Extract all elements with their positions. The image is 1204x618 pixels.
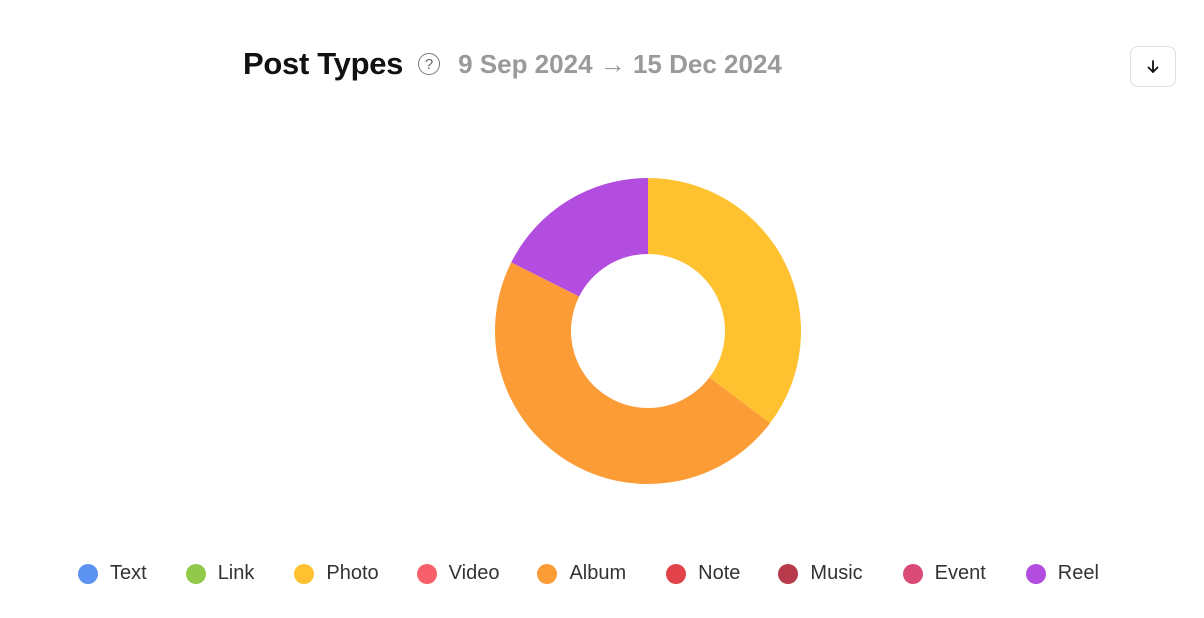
legend-swatch <box>666 563 687 584</box>
legend-swatch <box>185 563 206 584</box>
legend-label: Link <box>217 562 255 584</box>
legend-item-event[interactable]: Event <box>902 562 986 585</box>
legend-item-music[interactable]: Music <box>778 562 863 585</box>
legend-item-reel[interactable]: Reel <box>1025 562 1099 585</box>
legend-label: Video <box>448 562 500 584</box>
legend-label: Event <box>934 562 986 584</box>
legend-label: Text <box>110 562 147 584</box>
donut-chart <box>494 178 801 485</box>
legend-item-album[interactable]: Album <box>537 562 626 585</box>
legend-label: Album <box>569 562 627 584</box>
legend-label: Note <box>698 562 741 584</box>
legend-item-photo[interactable]: Photo <box>294 562 379 585</box>
legend-swatch <box>902 563 923 584</box>
legend-item-link[interactable]: Link <box>185 562 255 585</box>
legend-item-video[interactable]: Video <box>416 562 500 585</box>
legend-item-note[interactable]: Note <box>666 562 740 585</box>
legend-label: Reel <box>1057 562 1099 584</box>
legend-swatch <box>78 563 98 584</box>
legend-swatch <box>416 563 437 584</box>
slice-photo[interactable] <box>648 178 801 424</box>
legend-swatch <box>537 563 558 584</box>
legend-swatch <box>1025 563 1046 584</box>
legend-label: Music <box>810 562 863 584</box>
legend-swatch <box>294 563 315 584</box>
legend-swatch <box>778 563 799 584</box>
chart-legend: Text Link Photo Video Album Note Music Event Ree… <box>78 562 1099 585</box>
legend-label: Photo <box>326 562 379 584</box>
legend-item-text[interactable]: Text <box>78 562 147 585</box>
